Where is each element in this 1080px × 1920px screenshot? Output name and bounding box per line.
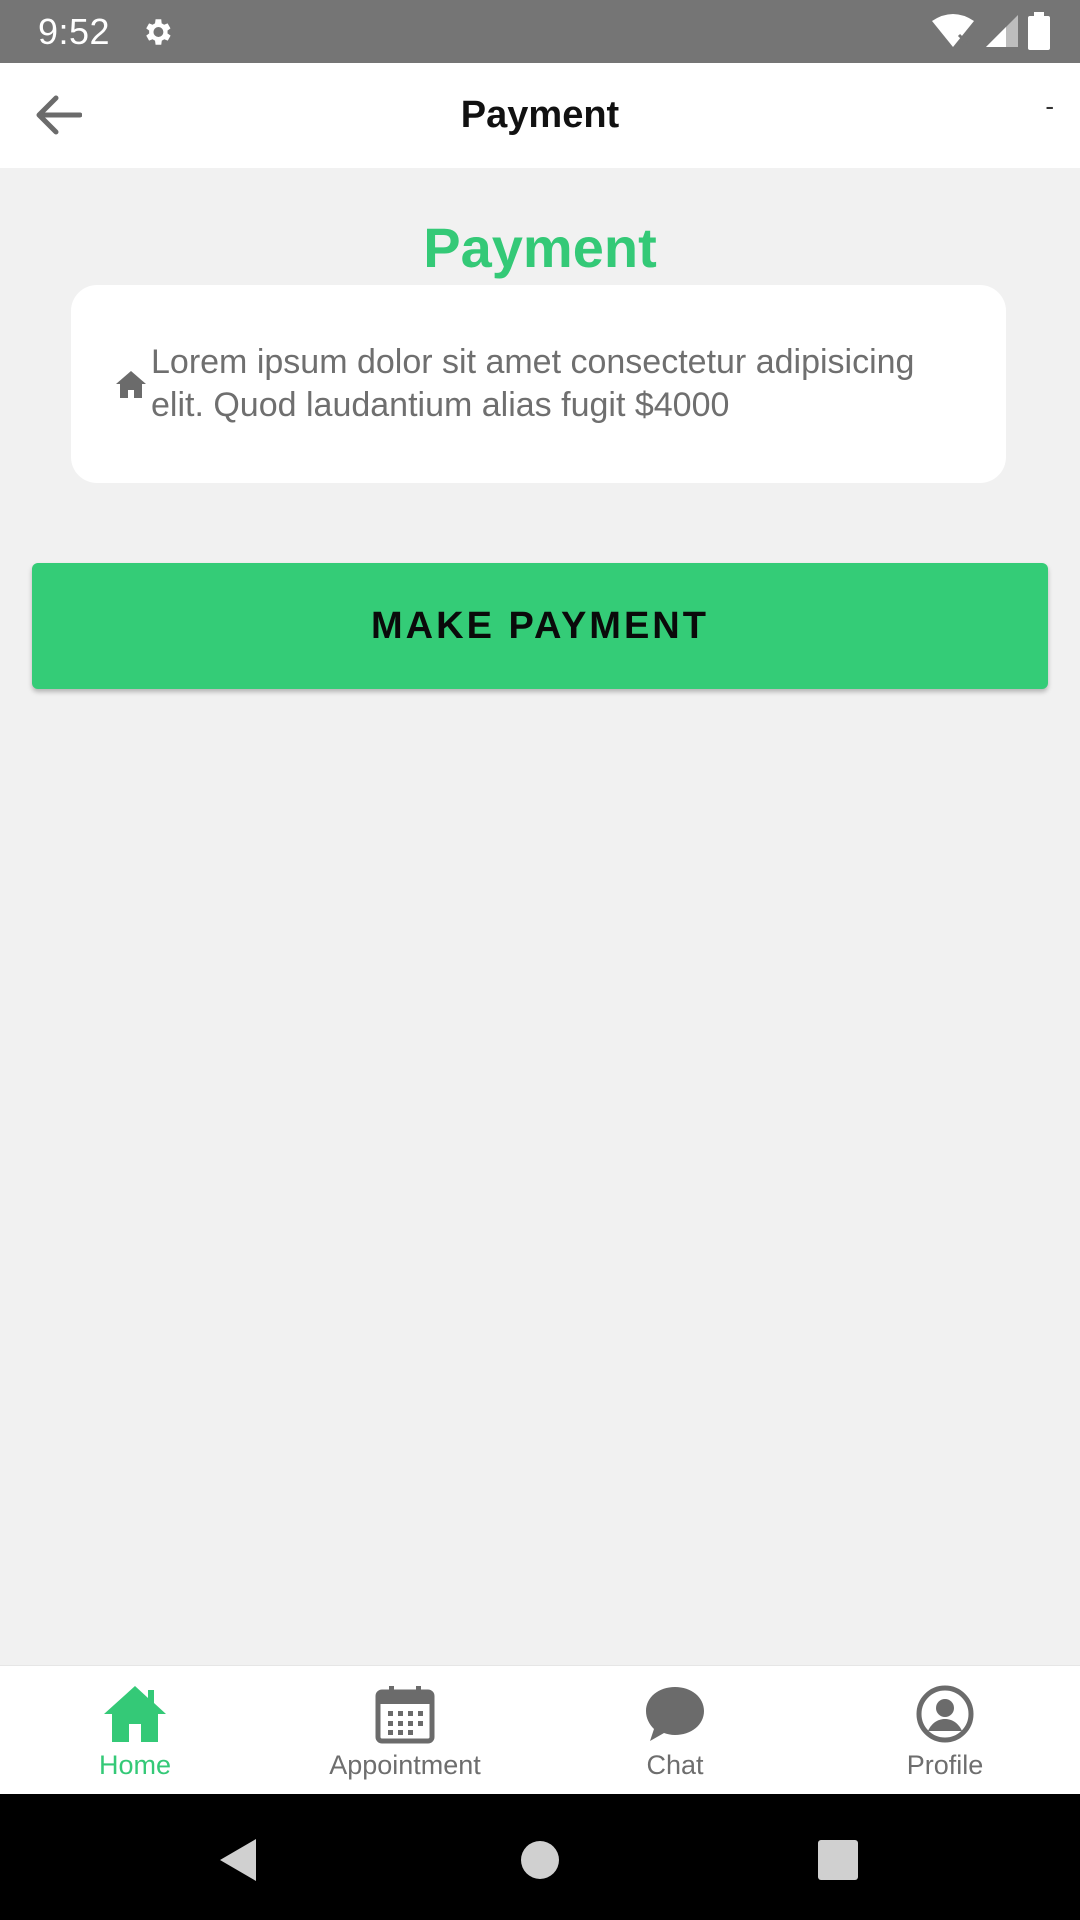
nav-label-chat: Chat bbox=[646, 1750, 704, 1780]
gear-icon bbox=[140, 14, 176, 50]
page-title: Payment bbox=[460, 94, 620, 136]
system-nav-bar bbox=[0, 1794, 1080, 1920]
nav-item-home[interactable]: Home bbox=[0, 1666, 270, 1795]
home-icon bbox=[100, 1682, 170, 1746]
app-bar: Payment - bbox=[0, 63, 1080, 168]
profile-icon bbox=[910, 1682, 980, 1746]
bottom-nav: Home Appointment Chat Profile bbox=[0, 1665, 1080, 1794]
system-back-button[interactable] bbox=[208, 1830, 268, 1890]
nav-label-home: Home bbox=[98, 1750, 172, 1780]
payment-heading: Payment bbox=[423, 216, 657, 279]
calendar-icon bbox=[370, 1682, 440, 1746]
nav-item-profile[interactable]: Profile bbox=[810, 1666, 1080, 1795]
payment-description: Lorem ipsum dolor sit amet consectetur a… bbox=[151, 343, 915, 424]
status-icons bbox=[932, 12, 1050, 55]
nav-label-profile: Profile bbox=[906, 1750, 984, 1780]
status-time: 9:52 bbox=[38, 10, 111, 52]
system-home-button[interactable] bbox=[510, 1830, 570, 1890]
triangle-back-icon bbox=[220, 1839, 256, 1881]
circle-home-icon bbox=[521, 1841, 559, 1879]
status-bar: 9:52 bbox=[0, 0, 1080, 63]
nav-item-appointment[interactable]: Appointment bbox=[270, 1666, 540, 1795]
signal-icon bbox=[984, 13, 1018, 54]
battery-icon bbox=[1028, 12, 1050, 55]
home-icon bbox=[115, 369, 147, 399]
chat-bubble-icon bbox=[640, 1682, 710, 1746]
menu-action[interactable]: - bbox=[1045, 91, 1054, 122]
wifi-icon bbox=[932, 13, 974, 54]
system-recents-button[interactable] bbox=[808, 1830, 868, 1890]
payment-card: Lorem ipsum dolor sit amet consectetur a… bbox=[71, 285, 1006, 483]
make-payment-button[interactable]: MAKE PAYMENT bbox=[32, 563, 1048, 689]
square-recents-icon bbox=[818, 1840, 858, 1880]
nav-label-appointment: Appointment bbox=[329, 1750, 481, 1780]
nav-item-chat[interactable]: Chat bbox=[540, 1666, 810, 1795]
